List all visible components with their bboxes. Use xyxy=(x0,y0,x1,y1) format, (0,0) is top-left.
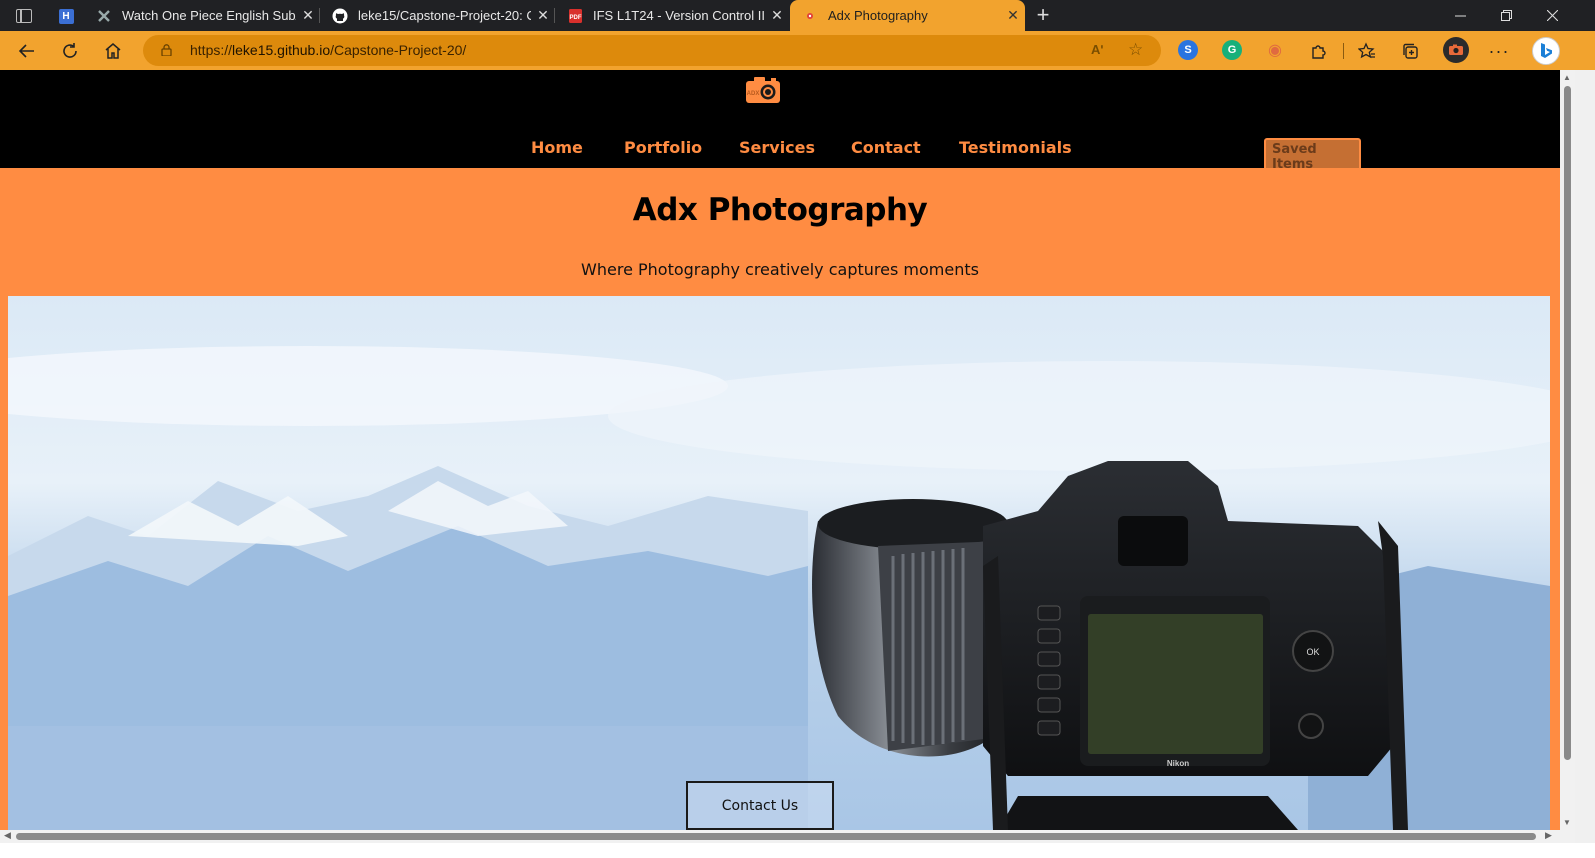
close-icon[interactable]: ✕ xyxy=(531,7,555,24)
refresh-icon xyxy=(63,43,77,58)
hero-image-section: OK Nikon Contact Us xyxy=(0,296,1560,830)
pinned-site-icon: H xyxy=(58,8,74,24)
home-icon xyxy=(105,43,121,59)
close-window-button[interactable] xyxy=(1529,0,1575,31)
svg-text:ADX: ADX xyxy=(747,91,760,97)
svg-text:OK: OK xyxy=(1306,647,1319,657)
close-window-icon xyxy=(1546,10,1558,21)
close-icon[interactable]: ✕ xyxy=(296,7,320,24)
favorites-icon xyxy=(1358,42,1375,59)
tab-actions-button[interactable] xyxy=(8,4,40,28)
camera-photo-image: OK Nikon xyxy=(8,296,1550,830)
scroll-right-arrow-icon[interactable]: ▶ xyxy=(1545,830,1552,841)
contact-us-button[interactable]: Contact Us xyxy=(686,781,834,830)
lock-icon xyxy=(161,44,172,56)
nav-contact[interactable]: Contact xyxy=(851,138,921,157)
web-page: ADX Home Portfolio Services Contact Test… xyxy=(0,70,1560,830)
tab-title: IFS L1T24 - Version Control III_Dropbox xyxy=(593,8,765,23)
url-text[interactable]: https://leke15.github.io/Capstone-Projec… xyxy=(190,42,466,58)
pinned-tab[interactable]: H xyxy=(52,4,80,28)
home-button[interactable] xyxy=(98,36,128,66)
vertical-scrollbar[interactable]: ▲ ▼ xyxy=(1560,70,1575,830)
svg-text:PDF: PDF xyxy=(569,15,581,21)
browser-toolbar: https://leke15.github.io/Capstone-Projec… xyxy=(0,31,1595,70)
vertical-scroll-thumb[interactable] xyxy=(1564,86,1571,760)
read-aloud-icon[interactable]: Aʹ xyxy=(1091,42,1103,57)
bing-icon xyxy=(1541,43,1552,58)
horizontal-scrollbar[interactable]: ◀ ▶ xyxy=(0,830,1575,843)
profile-avatar[interactable] xyxy=(1443,37,1469,63)
tab-title: Adx Photography xyxy=(828,8,928,23)
grammarly-extension-icon[interactable]: G xyxy=(1222,40,1242,60)
pdf-icon: PDF xyxy=(567,8,583,24)
scroll-up-arrow-icon[interactable]: ▲ xyxy=(1563,73,1571,82)
extension-icon[interactable]: ◉ xyxy=(1265,40,1285,60)
horizontal-scroll-thumb[interactable] xyxy=(16,833,1536,840)
site-header: ADX Home Portfolio Services Contact Test… xyxy=(0,70,1560,176)
favorite-star-icon[interactable]: ☆ xyxy=(1128,40,1143,60)
site-subtitle: Where Photography creatively captures mo… xyxy=(581,260,979,279)
address-bar[interactable]: https://leke15.github.io/Capstone-Projec… xyxy=(143,35,1161,66)
bing-copilot-button[interactable] xyxy=(1532,37,1560,65)
tab-one-piece[interactable]: Watch One Piece English Sub/Dub online F… xyxy=(84,0,320,31)
nav-home[interactable]: Home xyxy=(531,138,583,157)
hero-photo: OK Nikon xyxy=(8,296,1550,830)
nav-services[interactable]: Services xyxy=(739,138,815,157)
collections-button[interactable] xyxy=(1395,36,1425,66)
new-tab-button[interactable]: + xyxy=(1030,3,1056,29)
shazam-extension-icon[interactable]: S xyxy=(1178,40,1198,60)
scroll-down-arrow-icon[interactable]: ▼ xyxy=(1563,818,1571,827)
close-icon[interactable]: ✕ xyxy=(1001,7,1025,24)
site-title: Adx Photography xyxy=(632,192,928,228)
extensions-button[interactable] xyxy=(1304,36,1334,66)
tab-title: Watch One Piece English Sub/Dub online F… xyxy=(122,8,296,23)
close-icon[interactable]: ✕ xyxy=(765,7,789,24)
nav-portfolio[interactable]: Portfolio xyxy=(624,138,702,157)
minimize-icon xyxy=(1454,15,1466,17)
tab-title: leke15/Capstone-Project-20: Capstone pro… xyxy=(358,8,531,23)
back-arrow-icon xyxy=(18,44,34,58)
restore-button[interactable] xyxy=(1483,0,1529,31)
tab-adx-photography[interactable]: Adx Photography ✕ xyxy=(790,0,1025,31)
camera-favicon xyxy=(802,8,818,24)
svg-text:Nikon: Nikon xyxy=(1167,759,1189,768)
tab-pdf[interactable]: PDF IFS L1T24 - Version Control III_Drop… xyxy=(555,0,789,31)
back-button[interactable] xyxy=(12,36,42,66)
hero-banner: Adx Photography Where Photography creati… xyxy=(0,168,1560,296)
restore-icon xyxy=(1500,10,1512,21)
github-icon xyxy=(332,8,348,24)
refresh-button[interactable] xyxy=(55,36,85,66)
tab-actions-icon xyxy=(16,9,32,23)
pirate-icon xyxy=(96,8,112,24)
minimize-button[interactable] xyxy=(1437,0,1483,31)
camera-logo-icon[interactable]: ADX xyxy=(745,76,781,104)
collections-icon xyxy=(1403,43,1418,59)
camera-avatar-icon xyxy=(1449,44,1463,55)
tab-strip: H Watch One Piece English Sub/Dub online… xyxy=(0,0,1595,31)
more-options-button[interactable]: ··· xyxy=(1484,36,1514,66)
tab-github[interactable]: leke15/Capstone-Project-20: Capstone pro… xyxy=(320,0,555,31)
favorites-button[interactable] xyxy=(1352,36,1382,66)
puzzle-icon xyxy=(1312,45,1326,59)
nav-testimonials[interactable]: Testimonials xyxy=(959,138,1072,157)
scroll-left-arrow-icon[interactable]: ◀ xyxy=(4,830,11,841)
